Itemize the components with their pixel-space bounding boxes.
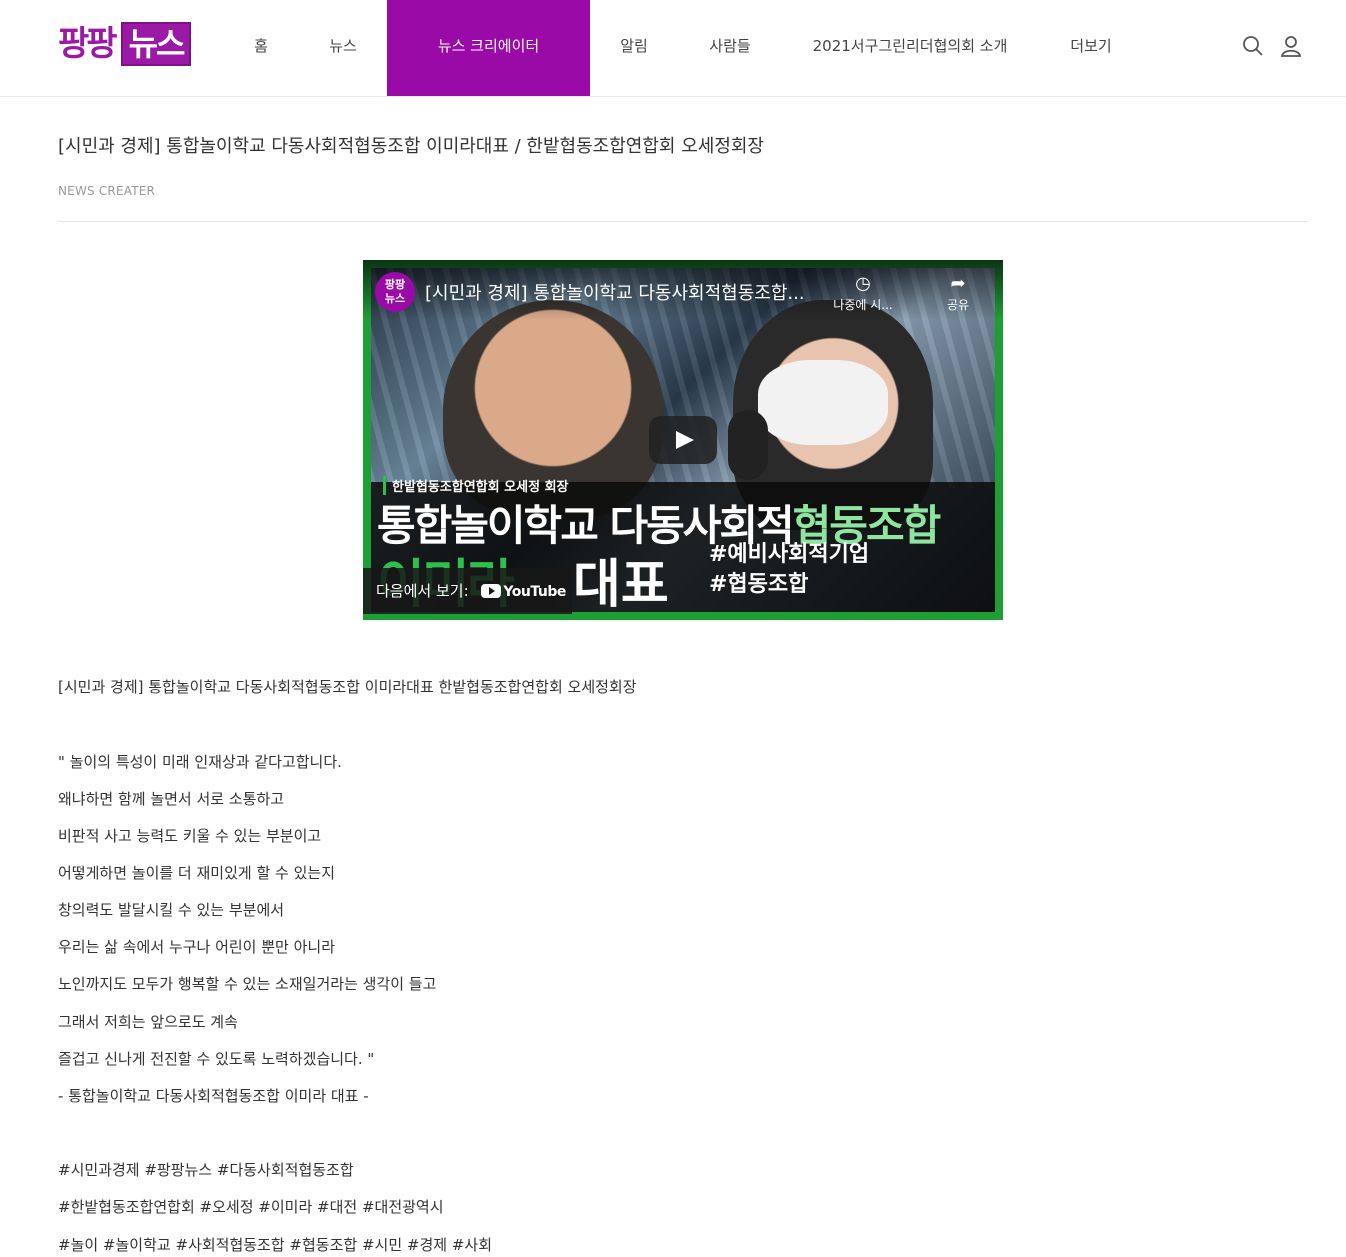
video-title[interactable]: [시민과 경제] 통합놀이학교 다동사회적협동조합... [425,279,825,305]
watch-on-youtube-button[interactable]: 다음에서 보기: YouTube [363,568,572,614]
paragraph: " 놀이의 특성이 미래 인재상과 같다고합니다. [58,753,342,771]
article-category: NEWS CREATER [58,184,156,198]
nav-news-creator[interactable]: 뉴스 크리에이터 [387,0,590,96]
site-logo[interactable]: 팡팡 뉴스 [58,22,192,66]
article-title: [시민과 경제] 통합놀이학교 다동사회적협동조합 이미라대표 / 한밭협동조합… [58,136,764,157]
hashtag-line: #놀이 #놀이학교 #사회적협동조합 #협동조합 #시민 #경제 #사회 [58,1236,492,1254]
paragraph: 비판적 사고 능력도 키울 수 있는 부분이고 [58,827,322,845]
nav-more[interactable]: 더보기 [1060,0,1122,96]
paragraph: 어떻게하면 놀이를 더 재미있게 할 수 있는지 [58,864,336,882]
nav-people[interactable]: 사람들 [700,0,760,96]
share-icon: ➦ [950,273,966,294]
youtube-embed[interactable]: 한밭협동조합연합회 오세정 회장 통합놀이학교 다동사회적협동조합 이미라 대표… [363,260,1003,620]
paragraph: 창의력도 발달시킬 수 있는 부분에서 [58,901,285,919]
hashtag-line: #시민과경제 #팡팡뉴스 #다동사회적협동조합 [58,1161,354,1179]
search-icon[interactable] [1240,33,1266,59]
paragraph: 왜냐하면 함께 놀면서 서로 소통하고 [58,790,285,808]
nav-about[interactable]: 2021서구그린리더협의회 소개 [800,0,1020,96]
paragraph: 즐겁고 신나게 전진할 수 있도록 노력하겠습니다. " [58,1050,375,1068]
channel-avatar[interactable]: 팡팡 뉴스 [375,272,415,312]
paragraph: 우리는 삶 속에서 누구나 어린이 뿐만 아니라 [58,938,336,956]
paragraph: [시민과 경제] 통합놀이학교 다동사회적협동조합 이미라대표 한밭협동조합연합… [58,678,637,696]
title-divider [58,221,1308,222]
paragraph: - 통합놀이학교 다동사회적협동조합 이미라 대표 - [58,1087,369,1105]
share-button[interactable]: ➦ 공유 [928,272,988,313]
hashtag-line: #한밭협동조합연합회 #오세정 #이미라 #대전 #대전광역시 [58,1198,444,1216]
nav-home[interactable]: 홈 [240,0,282,96]
nav-notice[interactable]: 알림 [610,0,658,96]
logo-text-2: 뉴스 [120,22,192,66]
nav-news[interactable]: 뉴스 [318,0,368,96]
youtube-logo: YouTube [481,569,566,615]
paragraph: 노인까지도 모두가 행복할 수 있는 소재일거라는 생각이 들고 [58,975,437,993]
clock-icon: ◷ [855,273,871,294]
play-button[interactable] [649,416,717,464]
logo-text-1: 팡팡 [58,24,118,64]
user-icon[interactable] [1278,33,1304,59]
site-header: 팡팡 뉴스 홈 뉴스 뉴스 크리에이터 알림 사람들 2021서구그린리더협의회… [0,0,1346,97]
paragraph: 그래서 저희는 앞으로도 계속 [58,1013,238,1031]
watch-later-button[interactable]: ◷ 나중에 시... [833,272,893,313]
